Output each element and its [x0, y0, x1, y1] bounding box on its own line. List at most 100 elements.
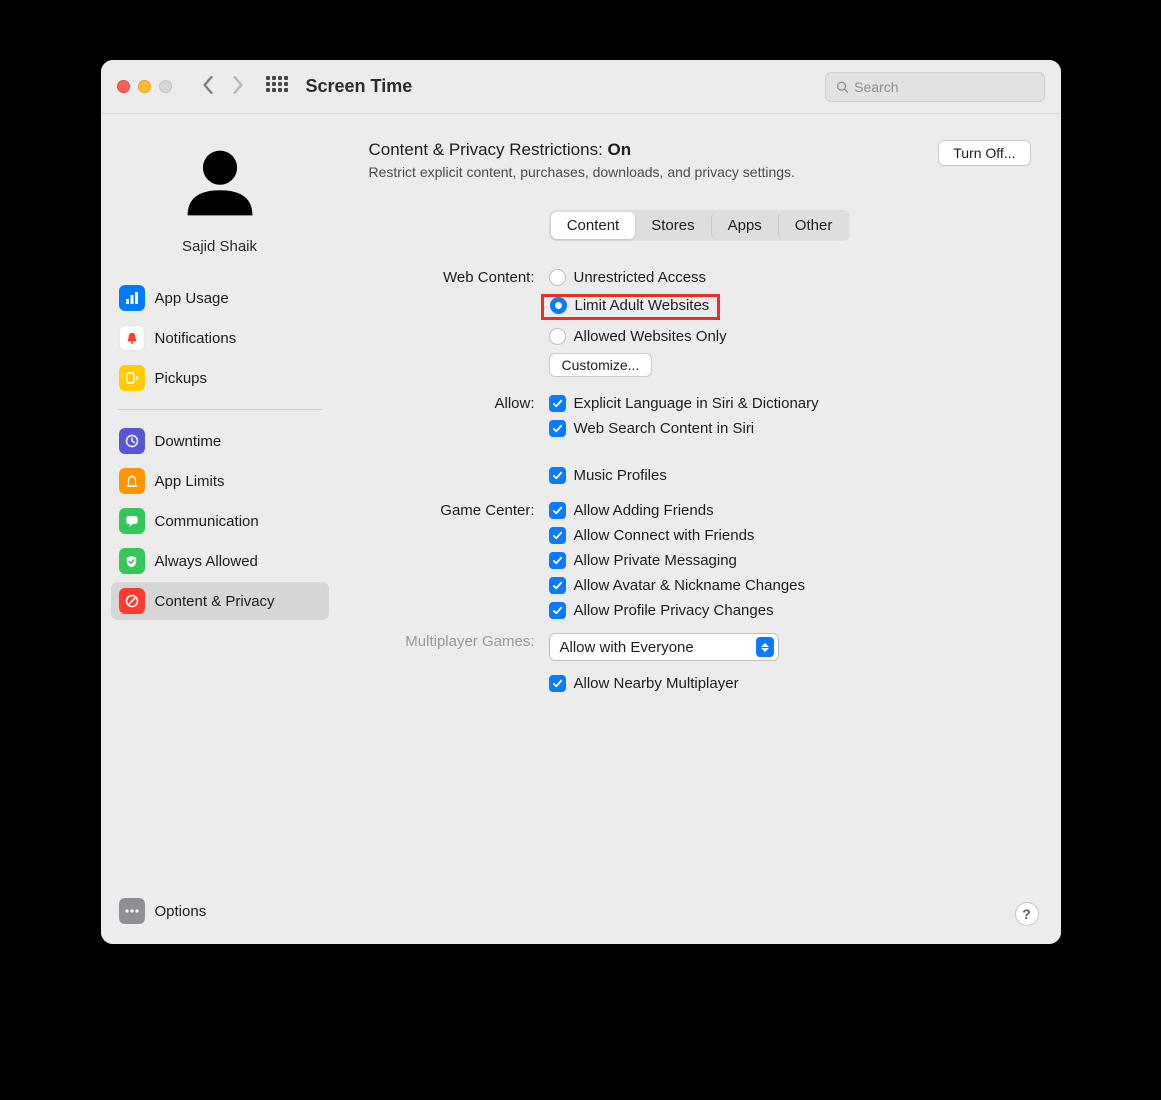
sidebar-item-downtime[interactable]: Downtime — [111, 422, 329, 460]
sidebar-item-content-privacy[interactable]: Content & Privacy — [111, 582, 329, 620]
checkbox-icon — [549, 395, 566, 412]
check-label: Allow Nearby Multiplayer — [574, 675, 739, 692]
checkbox-icon — [549, 675, 566, 692]
forward-button[interactable] — [232, 76, 244, 98]
main-content: Content & Privacy Restrictions: On Restr… — [339, 114, 1061, 944]
sidebar-separator — [117, 409, 323, 410]
sidebar-item-label: Notifications — [155, 330, 237, 347]
user-avatar-icon — [175, 138, 265, 228]
sidebar-item-notifications[interactable]: Notifications — [111, 319, 329, 357]
communication-icon — [119, 508, 145, 534]
select-value: Allow with Everyone — [560, 639, 694, 656]
radio-label: Allowed Websites Only — [574, 328, 727, 345]
title-prefix: Content & Privacy Restrictions: — [369, 140, 608, 159]
checkbox-icon — [549, 577, 566, 594]
check-music-profiles[interactable]: Music Profiles — [549, 467, 1031, 484]
check-private-messaging[interactable]: Allow Private Messaging — [549, 552, 1031, 569]
page-title: Content & Privacy Restrictions: On — [369, 140, 795, 160]
check-label: Allow Avatar & Nickname Changes — [574, 577, 806, 594]
maximize-button — [159, 80, 172, 93]
allow-label: Allow: — [369, 395, 549, 484]
check-avatar-nickname[interactable]: Allow Avatar & Nickname Changes — [549, 577, 1031, 594]
highlight-annotation: Limit Adult Websites — [541, 294, 721, 320]
checkbox-icon — [549, 552, 566, 569]
always-allowed-icon — [119, 548, 145, 574]
preferences-window: Screen Time Sajid Shaik App Us — [101, 60, 1061, 944]
check-profile-privacy[interactable]: Allow Profile Privacy Changes — [549, 602, 1031, 619]
close-button[interactable] — [117, 80, 130, 93]
radio-limit-adult[interactable]: Limit Adult Websites — [550, 297, 710, 314]
check-explicit-language[interactable]: Explicit Language in Siri & Dictionary — [549, 395, 1031, 412]
toolbar-title: Screen Time — [306, 76, 413, 97]
window-controls — [117, 80, 172, 93]
check-label: Allow Adding Friends — [574, 502, 714, 519]
radio-icon — [550, 297, 567, 314]
multiplayer-select[interactable]: Allow with Everyone — [549, 633, 779, 661]
tab-content[interactable]: Content — [551, 212, 636, 239]
toolbar: Screen Time — [101, 60, 1061, 114]
checkbox-icon — [549, 527, 566, 544]
sidebar-list: App Usage Notifications Pickups — [111, 279, 329, 620]
sidebar-item-label: Pickups — [155, 370, 208, 387]
tab-apps[interactable]: Apps — [711, 212, 778, 239]
radio-icon — [549, 269, 566, 286]
content-privacy-icon — [119, 588, 145, 614]
user-name: Sajid Shaik — [182, 238, 257, 255]
tab-other[interactable]: Other — [778, 212, 849, 239]
back-button[interactable] — [202, 76, 214, 98]
multiplayer-label: Multiplayer Games: — [369, 633, 549, 692]
radio-unrestricted[interactable]: Unrestricted Access — [549, 269, 1031, 286]
turn-off-button[interactable]: Turn Off... — [938, 140, 1030, 166]
show-all-icon[interactable] — [266, 76, 288, 98]
sidebar-item-app-limits[interactable]: App Limits — [111, 462, 329, 500]
checkbox-icon — [549, 602, 566, 619]
title-value: On — [608, 140, 632, 159]
sidebar-item-always-allowed[interactable]: Always Allowed — [111, 542, 329, 580]
app-limits-icon — [119, 468, 145, 494]
page-subtitle: Restrict explicit content, purchases, do… — [369, 164, 795, 180]
check-label: Explicit Language in Siri & Dictionary — [574, 395, 819, 412]
sidebar-item-app-usage[interactable]: App Usage — [111, 279, 329, 317]
sidebar-item-options[interactable]: Options — [111, 892, 329, 930]
checkbox-icon — [549, 420, 566, 437]
radio-icon — [549, 328, 566, 345]
minimize-button[interactable] — [138, 80, 151, 93]
pickups-icon — [119, 365, 145, 391]
options-icon — [119, 898, 145, 924]
search-input[interactable] — [854, 79, 1033, 95]
main-header: Content & Privacy Restrictions: On Restr… — [369, 140, 1031, 180]
checkbox-icon — [549, 502, 566, 519]
radio-label: Limit Adult Websites — [575, 297, 710, 314]
search-icon — [836, 80, 849, 94]
nav-arrows — [202, 76, 244, 98]
app-usage-icon — [119, 285, 145, 311]
sidebar-item-label: App Usage — [155, 290, 229, 307]
checkbox-icon — [549, 467, 566, 484]
sidebar-item-pickups[interactable]: Pickups — [111, 359, 329, 397]
check-label: Allow Profile Privacy Changes — [574, 602, 774, 619]
tabs: Content Stores Apps Other — [549, 210, 851, 241]
radio-label: Unrestricted Access — [574, 269, 707, 286]
check-label: Web Search Content in Siri — [574, 420, 755, 437]
tab-stores[interactable]: Stores — [635, 212, 710, 239]
sidebar-item-label: Communication — [155, 513, 259, 530]
check-web-search-siri[interactable]: Web Search Content in Siri — [549, 420, 1031, 437]
radio-allowed-only[interactable]: Allowed Websites Only — [549, 328, 1031, 345]
user-profile: Sajid Shaik — [111, 138, 329, 255]
sidebar-item-label: Options — [155, 903, 207, 920]
downtime-icon — [119, 428, 145, 454]
check-label: Music Profiles — [574, 467, 667, 484]
check-connect-friends[interactable]: Allow Connect with Friends — [549, 527, 1031, 544]
check-adding-friends[interactable]: Allow Adding Friends — [549, 502, 1031, 519]
select-stepper-icon — [756, 637, 774, 657]
sidebar-item-label: App Limits — [155, 473, 225, 490]
search-field[interactable] — [825, 72, 1045, 102]
sidebar-item-label: Downtime — [155, 433, 222, 450]
sidebar-item-communication[interactable]: Communication — [111, 502, 329, 540]
check-label: Allow Connect with Friends — [574, 527, 755, 544]
customize-button[interactable]: Customize... — [549, 353, 653, 377]
check-label: Allow Private Messaging — [574, 552, 737, 569]
help-button[interactable]: ? — [1015, 902, 1039, 926]
check-nearby-multiplayer[interactable]: Allow Nearby Multiplayer — [549, 675, 1031, 692]
content-form: Web Content: Unrestricted Access Limit A… — [369, 269, 1031, 692]
